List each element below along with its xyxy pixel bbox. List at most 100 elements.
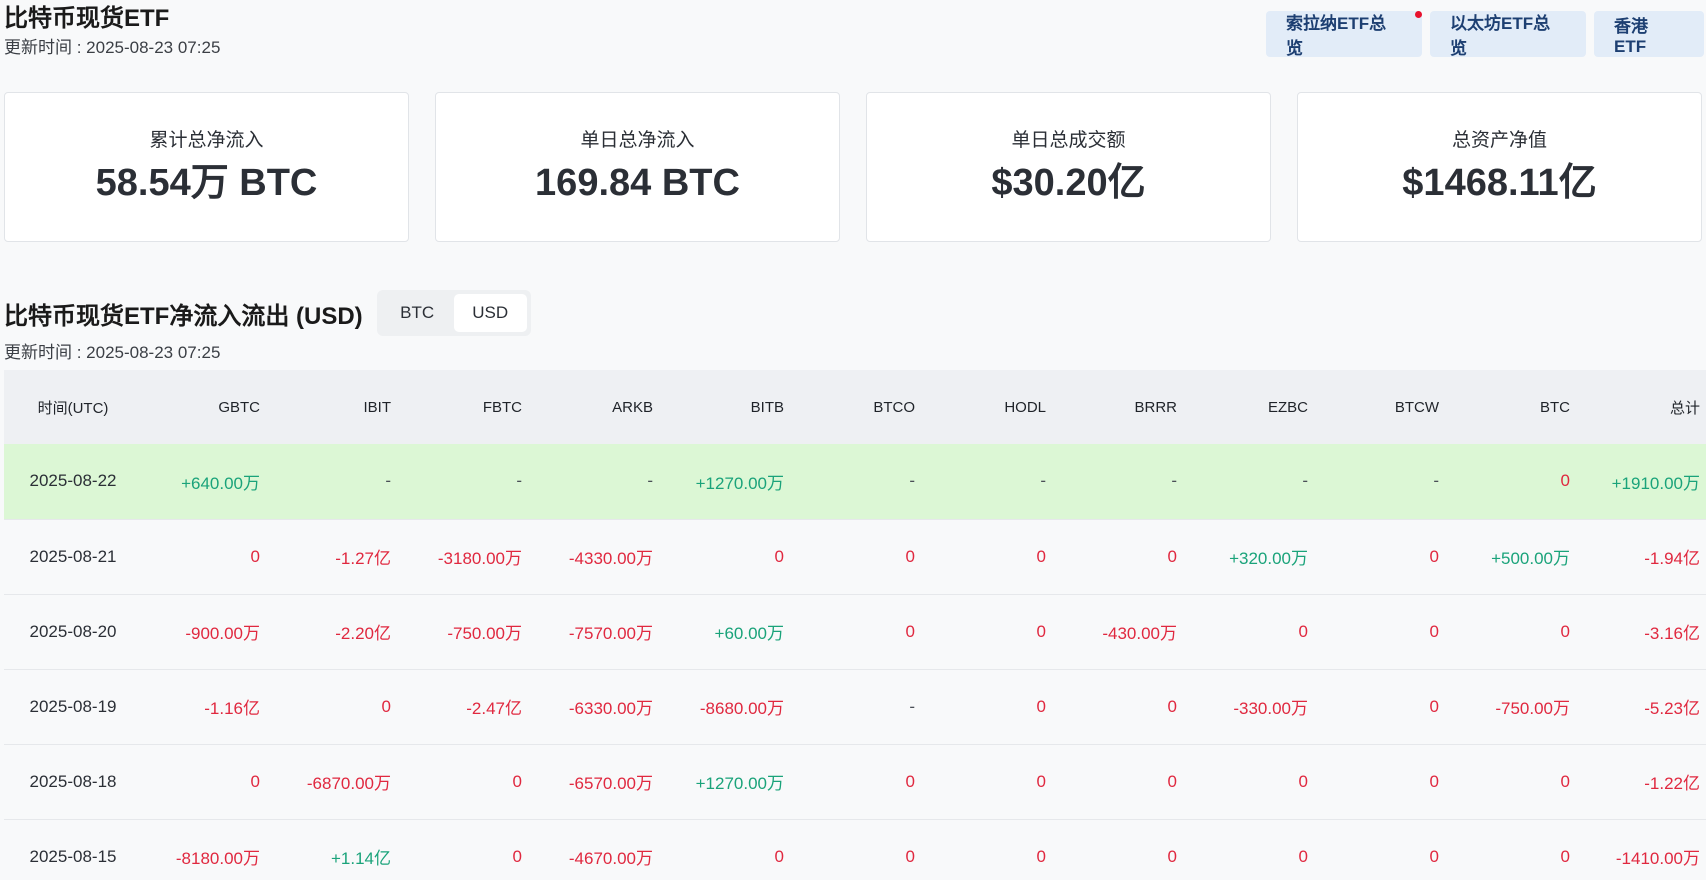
cell-value: -750.00万 (447, 624, 522, 643)
cell-value: 0 (1429, 696, 1439, 716)
cell-value: 0 (905, 771, 915, 791)
cell-value: - (385, 471, 391, 491)
cell-value: -1.27亿 (335, 549, 391, 568)
cell-value: 0 (1036, 546, 1046, 566)
cell-value: -2.47亿 (466, 699, 522, 718)
cell-date: 2025-08-20 (29, 621, 117, 641)
page-title: 比特币现货ETF (4, 5, 170, 32)
cell-value: -430.00万 (1102, 624, 1177, 643)
toggle-usd[interactable]: USD (453, 294, 527, 332)
notification-dot (1415, 11, 1422, 18)
table-row: 2025-08-21 0 -1.27亿 -3180.00万 -4330.00万 0 0 0 0 +… (4, 519, 1706, 594)
cell-value: - (909, 471, 915, 491)
cell-value: - (909, 696, 915, 716)
cell-value: 0 (905, 546, 915, 566)
cell-value: 0 (774, 846, 784, 866)
cell-value: 0 (1560, 471, 1570, 491)
cell-value: -900.00万 (185, 624, 260, 643)
cell-date: 2025-08-15 (29, 846, 117, 866)
cell-value: 0 (1036, 846, 1046, 866)
cell-value: 0 (1298, 771, 1308, 791)
cell-value: 0 (774, 546, 784, 566)
stat-label: 累计总净流入 (149, 130, 264, 151)
column-header-btco: BTCO (873, 398, 915, 416)
ethereum-etf-overview-label: 以太坊ETF总览 (1450, 14, 1551, 58)
cell-value: 0 (1429, 771, 1439, 791)
top-nav: 索拉纳ETF总览 以太坊ETF总览 香港 ETF (1266, 11, 1704, 58)
cell-value: 0 (1560, 846, 1570, 866)
cell-value: 0 (1167, 696, 1177, 716)
flows-table: 时间(UTC) GBTC IBIT FBTC ARKB BITB BTCO HODL BRRR E… (4, 370, 1706, 880)
cell-value: -4670.00万 (568, 849, 653, 868)
cell-date: 2025-08-22 (29, 471, 117, 491)
stat-value: 169.84 BTC (535, 162, 740, 204)
column-header-date: 时间(UTC) (37, 399, 109, 417)
column-header-gbtc: GBTC (218, 398, 260, 416)
cell-value: -3.16亿 (1644, 624, 1700, 643)
solana-etf-overview-label: 索拉纳ETF总览 (1286, 14, 1387, 58)
cell-value: -750.00万 (1495, 699, 1570, 718)
hongkong-etf-button[interactable]: 香港 ETF (1594, 11, 1704, 57)
cell-value: 0 (1036, 771, 1046, 791)
table-row: 2025-08-20 -900.00万 -2.20亿 -750.00万 -7570.00… (4, 594, 1706, 669)
cell-value: +500.00万 (1491, 549, 1570, 568)
table-header-row: 时间(UTC) GBTC IBIT FBTC ARKB BITB BTCO HODL BRRR E… (4, 370, 1706, 444)
stat-value: $30.20亿 (991, 162, 1146, 204)
cell-value: +1.14亿 (330, 849, 391, 868)
cell-value: - (647, 471, 653, 491)
cell-value: 0 (905, 621, 915, 641)
cell-value: 0 (1036, 621, 1046, 641)
stat-value: $1468.11亿 (1402, 162, 1597, 204)
cell-value: +60.00万 (714, 624, 784, 643)
cell-value: 0 (1560, 771, 1570, 791)
table-row: 2025-08-19 -1.16亿 0 -2.47亿 -6330.00万 -8680.00… (4, 669, 1706, 744)
table-body: 2025-08-22 +640.00万 - - - +1270.00万 - - - - - 0 +191… (4, 444, 1706, 880)
stat-label: 单日总成交额 (1011, 130, 1126, 151)
cell-date: 2025-08-21 (29, 546, 117, 566)
column-header-bitb: BITB (750, 398, 784, 416)
solana-etf-overview-button[interactable]: 索拉纳ETF总览 (1266, 11, 1422, 58)
cell-value: - (516, 471, 522, 491)
cell-value: +640.00万 (181, 473, 260, 493)
cell-value: 0 (1429, 621, 1439, 641)
cell-value: 0 (1167, 846, 1177, 866)
cell-value: -6330.00万 (568, 699, 653, 718)
page-header: 比特币现货ETF 更新时间 : 2025-08-23 07:25 (4, 4, 220, 60)
ethereum-etf-overview-button[interactable]: 以太坊ETF总览 (1430, 11, 1586, 58)
stat-label: 单日总净流入 (580, 130, 695, 151)
unit-toggle: BTC USD (376, 290, 531, 336)
cell-value: -330.00万 (1233, 699, 1308, 718)
cell-value: -1410.00万 (1615, 849, 1700, 868)
cell-value: 0 (1560, 621, 1570, 641)
column-header-brrr: BRRR (1134, 398, 1177, 416)
cell-value: -6870.00万 (306, 774, 391, 793)
column-header-btcw: BTCW (1394, 398, 1439, 416)
cell-value: -7570.00万 (568, 624, 653, 643)
table-row: 2025-08-22 +640.00万 - - - +1270.00万 - - - - - 0 +191… (4, 444, 1706, 519)
flows-section-header: 比特币现货ETF净流入流出 (USD) BTC USD (4, 290, 531, 336)
cell-value: - (1040, 471, 1046, 491)
cell-value: 0 (381, 696, 391, 716)
cell-value: 0 (512, 846, 522, 866)
stat-value: 58.54万 BTC (95, 162, 318, 204)
cell-value: 0 (1429, 546, 1439, 566)
column-header-btc: BTC (1540, 398, 1570, 416)
cell-value: -1.16亿 (204, 699, 260, 718)
stats-cards: 累计总净流入 58.54万 BTC 单日总净流入 169.84 BTC 单日总成… (4, 92, 1702, 242)
toggle-btc[interactable]: BTC (381, 294, 454, 332)
table-row: 2025-08-18 0 -6870.00万 0 -6570.00万 +1270.00万 0… (4, 744, 1706, 819)
update-time: 更新时间 : 2025-08-23 07:25 (4, 38, 221, 57)
cell-value: 0 (250, 771, 260, 791)
page: 比特币现货ETF 更新时间 : 2025-08-23 07:25 索拉纳ETF总… (0, 0, 1706, 880)
column-header-fbtc: FBTC (482, 398, 522, 416)
cell-value: +1270.00万 (695, 473, 784, 493)
column-header-hodl: HODL (1004, 398, 1046, 416)
hongkong-etf-label: 香港 ETF (1614, 16, 1648, 56)
cell-value: -1.94亿 (1644, 549, 1700, 568)
stat-card-cumulative-inflow: 累计总净流入 58.54万 BTC (4, 92, 409, 242)
cell-value: 0 (1167, 546, 1177, 566)
cell-value: -5.23亿 (1644, 699, 1700, 718)
stat-label: 总资产净值 (1451, 130, 1547, 151)
cell-value: -1.22亿 (1644, 774, 1700, 793)
flows-update-time: 更新时间 : 2025-08-23 07:25 (4, 343, 221, 362)
